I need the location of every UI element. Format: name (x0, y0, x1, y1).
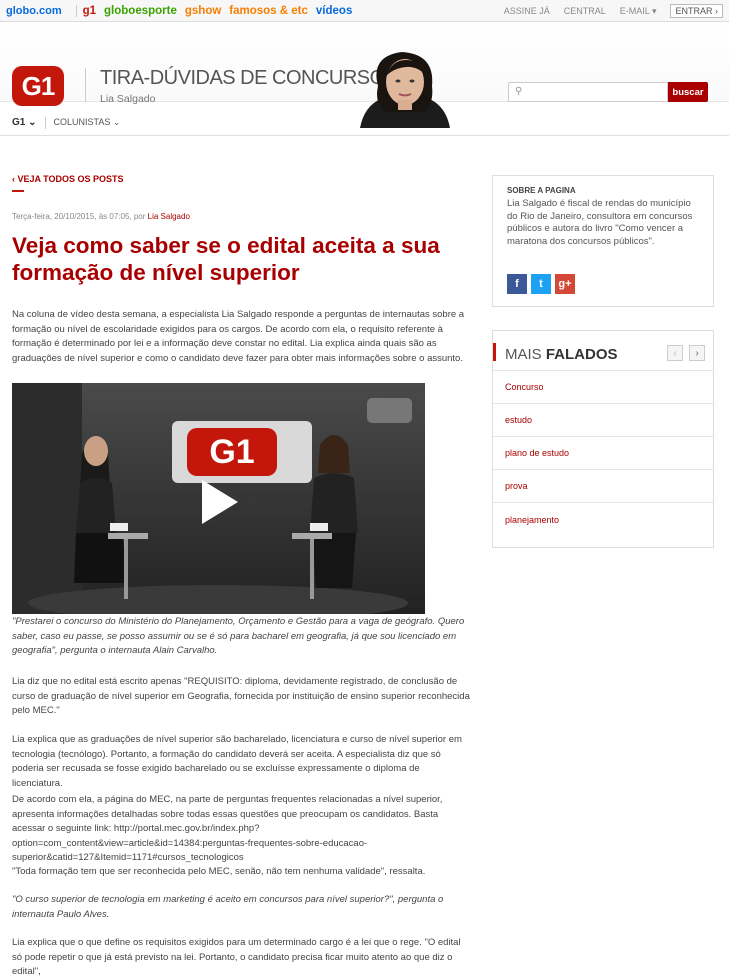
section-nav: G1 ⌄ COLUNISTAS ⌄ (0, 110, 729, 136)
sidebar: SOBRE A PAGINA Lia Salgado é fiscal de r… (492, 175, 714, 548)
back-label: VEJA TODOS OS POSTS (17, 174, 124, 184)
twitter-icon[interactable]: t (531, 274, 551, 294)
chevron-down-icon: ⌄ (28, 117, 37, 128)
paragraph-lei: Lia explica que o que define os requisit… (12, 937, 461, 977)
divider (44, 116, 46, 129)
divider (12, 190, 24, 192)
email-label: E-MAIL (619, 5, 650, 16)
mais-falados-header: MAIS FALADOS ‹ › (493, 331, 713, 371)
search-button[interactable]: buscar (668, 82, 708, 102)
next-arrow-icon[interactable]: › (689, 345, 705, 361)
mais-falados-prefix: MAIS (505, 346, 546, 363)
about-title: SOBRE A PAGINA (507, 186, 576, 195)
accent-bar (493, 343, 496, 361)
globoesporte-link[interactable]: globoesporte (104, 5, 177, 17)
paragraph-graduacoes: Lia explica que as graduações de nível s… (12, 734, 462, 789)
mais-falados-item[interactable]: planejamento (493, 503, 713, 536)
chevron-right-icon: › (715, 6, 718, 16)
social-share: f t g+ (507, 274, 575, 294)
post-date: Terça-feira, 20/10/2015, às 07:05, por (12, 212, 148, 221)
svg-text:G1: G1 (209, 433, 254, 471)
back-to-posts-link[interactable]: ‹ VEJA TODOS OS POSTS (12, 174, 124, 184)
central-link[interactable]: CENTRAL (564, 6, 606, 16)
search-icon: ⚲ (515, 86, 523, 97)
column-author: Lia Salgado (100, 93, 156, 105)
assine-link[interactable]: ASSINE JÁ (504, 6, 550, 16)
about-text: Lia Salgado é fiscal de rendas do municí… (507, 198, 693, 247)
article-intro: Na coluna de vídeo desta semana, a espec… (12, 309, 465, 364)
nav-colunistas-label: COLUNISTAS (53, 117, 111, 127)
entrar-label: ENTRAR (675, 6, 713, 16)
chevron-down-icon: ▾ (651, 5, 657, 16)
email-link[interactable]: E-MAIL ▾ (620, 6, 657, 17)
column-header: G1 TIRA-DÚVIDAS DE CONCURSOS Lia Salgado… (0, 22, 729, 128)
mais-falados-item[interactable]: prova (493, 470, 713, 503)
article-title: Veja como saber se o edital aceita a sua… (12, 233, 440, 285)
mais-falados-item[interactable]: plano de estudo (493, 437, 713, 470)
question-alain: "Prestarei o concurso do Ministério do P… (12, 616, 465, 656)
globo-topbar: globo.com g1 globoesporte gshow famosos … (0, 0, 729, 22)
facebook-icon[interactable]: f (507, 274, 527, 294)
nav-colunistas-menu[interactable]: COLUNISTAS ⌄ (54, 117, 121, 128)
nav-g1-label: G1 (12, 117, 26, 128)
mais-falados-item[interactable]: estudo (493, 404, 713, 437)
famosos-link[interactable]: famosos & etc (229, 5, 308, 17)
g1-logo[interactable]: G1 (12, 66, 64, 106)
chevron-down-icon: ⌄ (112, 117, 121, 127)
globo-com-link[interactable]: globo.com (6, 5, 62, 17)
g1-link[interactable]: g1 (83, 5, 96, 17)
question-paulo: "O curso superior de tecnologia em marke… (12, 894, 444, 920)
about-box: SOBRE A PAGINA Lia Salgado é fiscal de r… (492, 175, 714, 307)
search-input[interactable]: ⚲ (508, 82, 668, 102)
header-divider (85, 68, 86, 102)
videos-link[interactable]: vídeos (316, 5, 352, 17)
post-meta: Terça-feira, 20/10/2015, às 07:05, por L… (12, 212, 190, 221)
mais-falados-bold: FALADOS (545, 346, 618, 363)
prev-arrow-icon[interactable]: ‹ (667, 345, 683, 361)
paragraph-quote: "Toda formação tem que ser reconhecida p… (12, 866, 426, 877)
mais-falados-item[interactable]: Concurso (493, 371, 713, 404)
paragraph-mec: De acordo com ela, a página do MEC, na p… (12, 794, 443, 863)
mais-falados-box: MAIS FALADOS ‹ › Concurso estudo plano d… (492, 330, 714, 548)
entrar-button[interactable]: ENTRAR › (670, 4, 723, 18)
paragraph-requisito: Lia diz que no edital está escrito apena… (12, 676, 470, 716)
video-player[interactable]: G1 (12, 383, 425, 614)
divider (75, 4, 77, 17)
post-author-link[interactable]: Lia Salgado (148, 212, 190, 221)
nav-g1-menu[interactable]: G1 ⌄ (12, 117, 37, 128)
google-plus-icon[interactable]: g+ (555, 274, 575, 294)
gshow-link[interactable]: gshow (185, 5, 221, 17)
mais-falados-title: MAIS FALADOS (505, 346, 618, 363)
